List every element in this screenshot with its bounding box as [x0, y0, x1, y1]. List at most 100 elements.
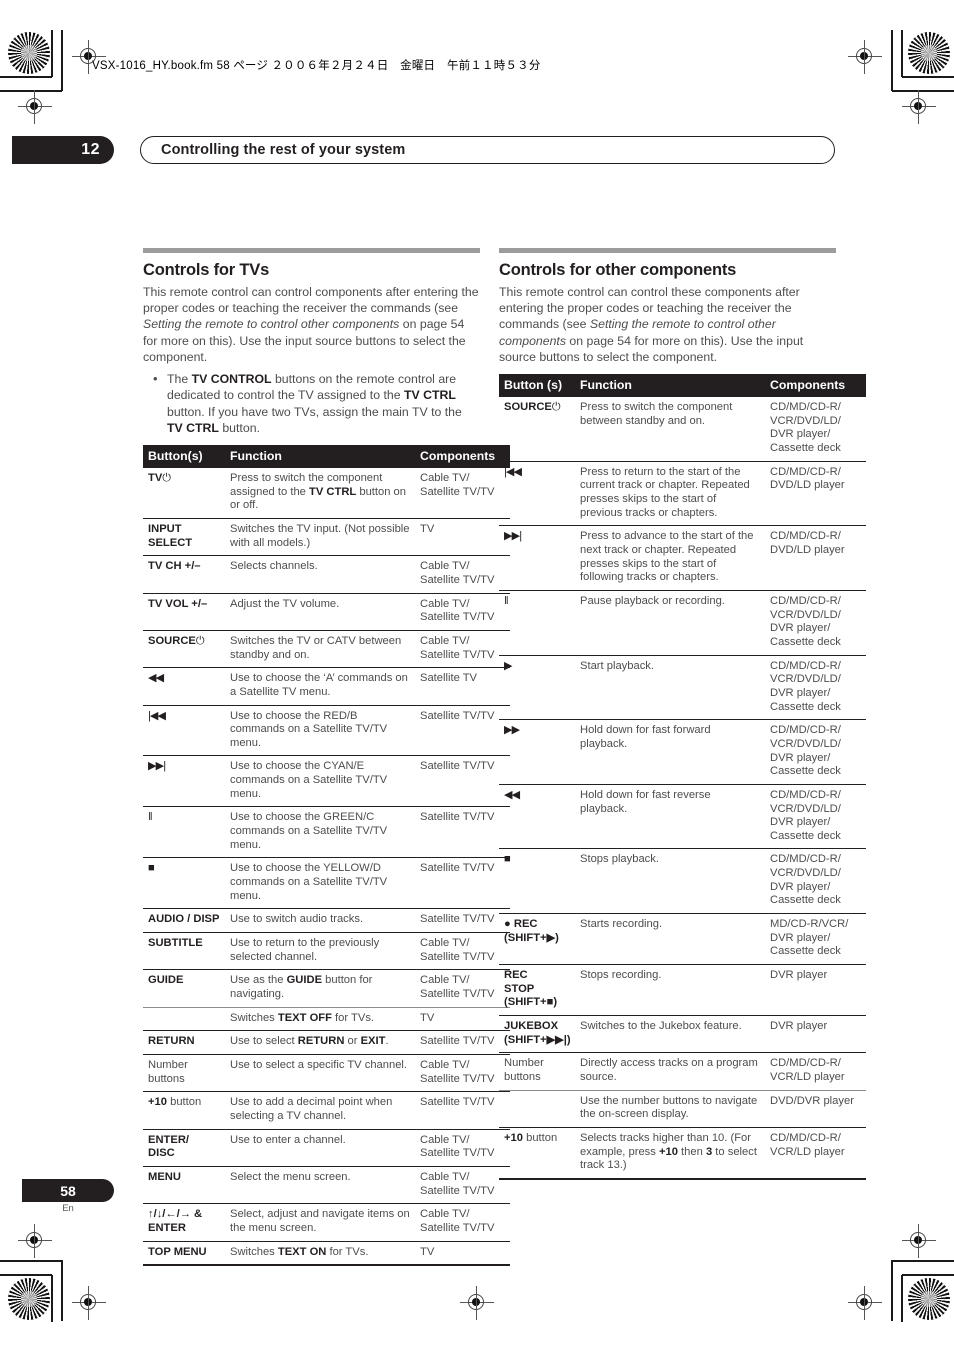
cell-button: JUKEBOX (SHIFT+▶▶|)	[499, 1015, 575, 1053]
cell-button: ◀◀	[143, 667, 225, 705]
cell-button: GUIDE	[143, 969, 225, 1008]
cell-components: CD/MD/CD-R/VCR/LD player	[765, 1126, 866, 1179]
table-row: ● REC (SHIFT+▶) Starts recording. MD/CD-R/V…	[499, 913, 866, 965]
cell-function: Press to advance to the start of the nex…	[575, 525, 765, 591]
cell-components: Cable TV/Satellite TV/TV	[415, 555, 510, 594]
cell-button: SOURCE⏻	[499, 397, 575, 461]
cell-components: DVR player	[765, 1015, 866, 1053]
intro-italic-ref: Setting the remote to control other comp…	[143, 317, 400, 332]
cell-components: Satellite TV/TV	[415, 857, 510, 909]
button-glyph: |◀◀	[148, 709, 166, 722]
crop-line	[892, 1260, 954, 1262]
chapter-number-badge: 12	[12, 136, 114, 164]
cell-components: TV	[415, 517, 510, 556]
cell-button: ■	[143, 857, 225, 909]
cell-function: Start playback.	[575, 654, 765, 720]
cell-function: Adjust the TV volume.	[225, 592, 415, 631]
table-row: JUKEBOX (SHIFT+▶▶|) Switches to the Jukebo…	[499, 1015, 866, 1053]
registration-mark-bottom-left	[72, 1286, 106, 1320]
cell-button: ‖	[499, 589, 575, 656]
intro-paragraph-right: This remote control can control these co…	[499, 284, 836, 365]
crop-line	[902, 1274, 954, 1276]
button-label: Number buttons	[148, 1058, 188, 1085]
cell-function: Switches to the Jukebox feature.	[575, 1015, 765, 1053]
bullet-bold-tv-ctrl-1: TV CTRL	[404, 388, 456, 403]
crop-line	[51, 1275, 53, 1322]
print-density-target	[8, 1278, 50, 1320]
table-row: SOURCE⏻ Switches the TV or CATV between s…	[143, 629, 510, 668]
button-glyph: ◀◀	[504, 788, 520, 801]
button-label: REC STOP (SHIFT+■)	[504, 969, 558, 1009]
print-density-target	[8, 32, 50, 74]
button-label: SOURCE	[504, 401, 552, 414]
table-row: ▶▶| Use to choose the CYAN/E commands on …	[143, 755, 510, 807]
left-column: Controls for TVs This remote control can…	[143, 248, 510, 1268]
registration-mark-top-right	[848, 40, 882, 74]
cell-function: Stops recording.	[575, 964, 765, 1016]
button-label: TOP MENU	[148, 1245, 207, 1258]
cell-function: Hold down for fast reverse playback.	[575, 783, 765, 849]
cell-components: Cable TV/Satellite TV/TV	[415, 1165, 510, 1204]
cell-function: Use to choose the GREEN/C commands on a …	[225, 806, 415, 858]
cell-function: Press to switch the component between st…	[580, 401, 733, 427]
cell-button: AUDIO / DISP	[143, 908, 225, 933]
cell-function: Use to choose the ‘A’ commands on a Sate…	[225, 667, 415, 705]
table-row: +10 button Selects tracks higher than 10.…	[499, 1126, 866, 1179]
cell-function: Switches TEXT ON for TVs.	[225, 1240, 415, 1266]
power-icon: ⏻	[195, 634, 205, 647]
cell-components: TV	[415, 1240, 510, 1266]
intro-paragraph-left: This remote control can control componen…	[143, 284, 480, 365]
cell-function: Use to choose the RED/B commands on a Sa…	[225, 704, 415, 756]
cell-button: ‖	[143, 806, 225, 858]
button-label: ↑/↓/←/→ & ENTER	[148, 1208, 203, 1234]
table-row: SUBTITLE Use to return to the previously …	[143, 932, 510, 970]
table-row: Number buttons Directly access tracks on a…	[499, 1052, 866, 1091]
cell-function: Use to enter a channel.	[225, 1128, 415, 1167]
bullet-bold-tv-control: TV CONTROL	[191, 372, 272, 387]
cell-button: ↑/↓/←/→ & ENTER	[143, 1203, 225, 1242]
column-header-function: Function	[575, 374, 765, 398]
cell-components: Cable TV/Satellite TV/TV	[415, 969, 510, 1008]
table-row: |◀◀ Use to choose the RED/B commands on a…	[143, 704, 510, 756]
cell-function: Starts recording.	[575, 913, 765, 965]
column-header-components: Components	[415, 444, 510, 468]
bullet-text-a: The	[167, 372, 192, 387]
bullet-text-d: button.	[218, 420, 260, 435]
cell-button: INPUT SELECT	[143, 517, 225, 556]
bullet-text-c: button. If you have two TVs, assign the …	[167, 404, 462, 419]
button-glyph: ▶	[504, 659, 513, 672]
button-label: SUBTITLE	[148, 937, 203, 950]
button-label: TV VOL +/–	[148, 597, 208, 610]
page-title: Controlling the rest of your system	[140, 136, 835, 164]
cell-components: DVR player	[765, 964, 866, 1016]
table-row: +10 button Use to add a decimal point whe…	[143, 1091, 510, 1130]
registration-mark-bottom-right	[848, 1286, 882, 1320]
cell-function: Use to return to the previously selected…	[225, 932, 415, 970]
print-density-target	[908, 1278, 950, 1320]
crop-line	[901, 30, 903, 77]
crop-line	[891, 30, 893, 91]
table-row: REC STOP (SHIFT+■) Stops recording. DVR pla…	[499, 964, 866, 1016]
cell-button	[499, 1089, 575, 1128]
cell-components: CD/MD/CD-R/DVD/LD player	[765, 460, 866, 526]
cell-button: ■	[499, 848, 575, 914]
table-row: TOP MENU Switches TEXT ON for TVs. TV	[143, 1240, 510, 1266]
table-row: RETURN Use to select RETURN or EXIT. Satel…	[143, 1030, 510, 1055]
column-header-function: Function	[225, 444, 415, 468]
bullet-list-left: The TV CONTROL buttons on the remote con…	[143, 370, 480, 436]
table-row: ▶▶ Hold down for fast forward playback. CD…	[499, 719, 866, 785]
table-row: ▶ Start playback. CD/MD/CD-R/VCR/DVD/LD/DV…	[499, 654, 866, 720]
right-column: Controls for other components This remot…	[499, 248, 866, 1181]
table-header-row: Button (s) Function Components	[499, 374, 866, 398]
cell-button: ▶	[499, 654, 575, 720]
cell-button: |◀◀	[499, 460, 575, 526]
cell-components: Cable TV/Satellite TV/TV	[415, 932, 510, 970]
table-row: ‖ Pause playback or recording. CD/MD/CD-R/…	[499, 589, 866, 656]
cell-function: Selects channels.	[225, 555, 415, 594]
tv-controls-table: Button(s) Function Components TV⏻ Press t…	[143, 444, 510, 1268]
cell-button: +10 button	[499, 1126, 575, 1179]
table-row: TV⏻ Press to switch the component assigne…	[143, 468, 510, 518]
power-icon: ⏻	[162, 471, 171, 484]
registration-mark-left	[18, 90, 52, 124]
cell-function: Switches TEXT OFF for TVs.	[225, 1006, 415, 1031]
